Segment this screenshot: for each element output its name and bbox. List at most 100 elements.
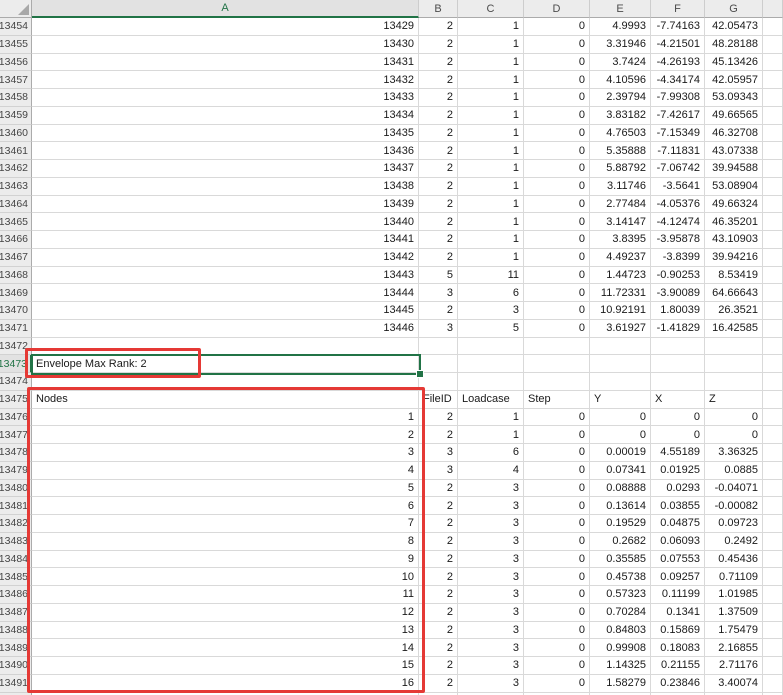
cell[interactable]: -4.21501 — [651, 36, 705, 54]
cell[interactable]: 1 — [458, 54, 524, 72]
cell[interactable] — [705, 373, 763, 391]
cell[interactable]: 1 — [458, 160, 524, 178]
cell[interactable]: 4.49237 — [590, 249, 651, 267]
column-header-F[interactable]: F — [651, 0, 705, 18]
cell[interactable]: 2 — [32, 426, 419, 444]
active-cell[interactable]: Envelope Max Rank: 2 — [32, 355, 419, 373]
cell[interactable]: 3.11746 — [590, 178, 651, 196]
cell[interactable]: 2 — [419, 604, 458, 622]
row-header-13471[interactable]: 13471 — [0, 320, 32, 338]
cell[interactable]: 0.1341 — [651, 604, 705, 622]
cell[interactable]: 5 — [419, 267, 458, 285]
cell[interactable]: 0 — [524, 515, 590, 533]
cell[interactable]: Z — [705, 391, 763, 409]
cell[interactable] — [32, 373, 419, 391]
cell[interactable]: 0 — [524, 54, 590, 72]
row-header-13470[interactable]: 13470 — [0, 302, 32, 320]
cell[interactable]: 3.40074 — [705, 675, 763, 693]
cell[interactable]: 2 — [419, 54, 458, 72]
column-header-sliver[interactable] — [763, 0, 783, 18]
cell[interactable]: 2 — [419, 675, 458, 693]
cell[interactable]: 0 — [524, 160, 590, 178]
cell[interactable]: 3 — [458, 622, 524, 640]
cell[interactable]: 42.05473 — [705, 18, 763, 36]
cell[interactable]: 0 — [524, 284, 590, 302]
cell[interactable]: 0.07553 — [651, 551, 705, 569]
cell[interactable]: 1 — [458, 125, 524, 143]
row-header-13474[interactable]: 13474 — [0, 373, 32, 391]
cell[interactable]: 5 — [458, 320, 524, 338]
cell[interactable]: 3 — [458, 568, 524, 586]
cell[interactable]: 0.0293 — [651, 480, 705, 498]
cell-sliver[interactable] — [763, 568, 783, 586]
cell[interactable]: 0.11199 — [651, 586, 705, 604]
cell-sliver[interactable] — [763, 320, 783, 338]
row-header-13484[interactable]: 13484 — [0, 551, 32, 569]
cell[interactable] — [705, 338, 763, 356]
cell[interactable]: 2 — [419, 551, 458, 569]
cell[interactable]: 3 — [419, 320, 458, 338]
cell[interactable]: 14 — [32, 639, 419, 657]
cell[interactable]: 0 — [524, 71, 590, 89]
cell[interactable]: 0 — [524, 125, 590, 143]
cell[interactable]: 2 — [419, 586, 458, 604]
row-header-13478[interactable]: 13478 — [0, 444, 32, 462]
cell[interactable]: -7.42617 — [651, 107, 705, 125]
cell[interactable]: 0 — [524, 639, 590, 657]
cell[interactable]: -7.06742 — [651, 160, 705, 178]
cell[interactable]: 6 — [458, 444, 524, 462]
cell[interactable]: 0 — [524, 18, 590, 36]
cell[interactable]: 0.18083 — [651, 639, 705, 657]
cell[interactable]: 3 — [458, 604, 524, 622]
cell[interactable]: 1.75479 — [705, 622, 763, 640]
cell[interactable]: 16 — [32, 675, 419, 693]
cell[interactable]: 3.83182 — [590, 107, 651, 125]
cell[interactable]: 3 — [458, 639, 524, 657]
cell[interactable]: 2 — [419, 515, 458, 533]
cell[interactable]: 0.09723 — [705, 515, 763, 533]
row-header-13465[interactable]: 13465 — [0, 213, 32, 231]
row-header-13459[interactable]: 13459 — [0, 107, 32, 125]
cell[interactable]: 1 — [32, 409, 419, 427]
cell[interactable]: 6 — [32, 497, 419, 515]
cell[interactable]: 0.09257 — [651, 568, 705, 586]
cell[interactable] — [419, 355, 458, 373]
cell[interactable]: 4 — [458, 462, 524, 480]
cell[interactable]: 0.03855 — [651, 497, 705, 515]
cell[interactable]: 3.31946 — [590, 36, 651, 54]
cell[interactable]: 13432 — [32, 71, 419, 89]
cell[interactable]: 13444 — [32, 284, 419, 302]
cell[interactable]: 4.76503 — [590, 125, 651, 143]
row-header-13473[interactable]: 13473 — [0, 355, 32, 373]
cell-sliver[interactable] — [763, 160, 783, 178]
cell[interactable]: 3.36325 — [705, 444, 763, 462]
row-header-13468[interactable]: 13468 — [0, 267, 32, 285]
cell[interactable] — [590, 373, 651, 391]
cell[interactable]: 2.16855 — [705, 639, 763, 657]
cell[interactable]: -0.90253 — [651, 267, 705, 285]
cell[interactable]: 1 — [458, 36, 524, 54]
cell[interactable]: 0.0885 — [705, 462, 763, 480]
cell-sliver[interactable] — [763, 551, 783, 569]
cell[interactable]: -3.5641 — [651, 178, 705, 196]
cell[interactable]: 0 — [524, 89, 590, 107]
cell[interactable]: 0 — [524, 320, 590, 338]
cell[interactable]: 11 — [458, 267, 524, 285]
cell[interactable]: 0.13614 — [590, 497, 651, 515]
cell[interactable]: 1 — [458, 409, 524, 427]
cell[interactable]: 1 — [458, 178, 524, 196]
cell[interactable]: 13442 — [32, 249, 419, 267]
cell-sliver[interactable] — [763, 18, 783, 36]
cell[interactable]: X — [651, 391, 705, 409]
cell[interactable] — [590, 355, 651, 373]
cell-sliver[interactable] — [763, 657, 783, 675]
cell[interactable]: 0.21155 — [651, 657, 705, 675]
cell[interactable]: 46.32708 — [705, 125, 763, 143]
cell[interactable]: 2 — [419, 426, 458, 444]
cell[interactable]: 0 — [524, 586, 590, 604]
cell[interactable]: 8.53419 — [705, 267, 763, 285]
cell[interactable]: 0 — [524, 267, 590, 285]
row-header-13491[interactable]: 13491 — [0, 675, 32, 693]
cell[interactable]: 1 — [458, 107, 524, 125]
cell[interactable]: 0.00019 — [590, 444, 651, 462]
